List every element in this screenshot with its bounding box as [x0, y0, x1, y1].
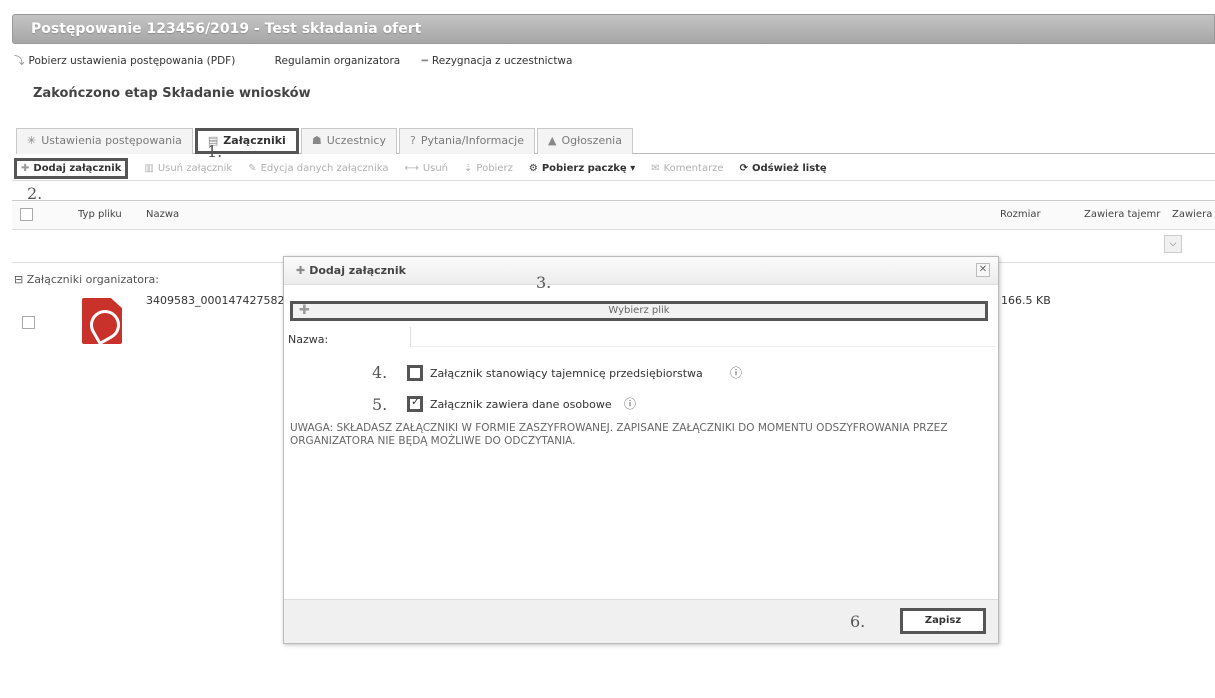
col-size: Rozmiar	[1000, 209, 1041, 220]
step-4-marker: 4.	[372, 363, 388, 382]
edit-attachment-button[interactable]: ✎ Edycja danych załącznika	[248, 163, 388, 174]
remove-button[interactable]: ⟷ Usuń	[404, 163, 448, 174]
trash-icon: ▥	[144, 163, 154, 174]
group-header[interactable]: ⊟ Załączniki organizatora:	[14, 273, 159, 286]
tab-announcements[interactable]: ▲ Ogłoszenia	[536, 128, 633, 154]
name-label: Nazwa:	[288, 333, 329, 346]
encryption-warning: UWAGA: SKŁADASZ ZAŁĄCZNIKI W FORMIE ZASZ…	[290, 422, 948, 447]
tab-bar: ✳ Ustawienia postępowania ▤ Załączniki ☗ Uc…	[16, 128, 1215, 154]
comments-button[interactable]: ✉ Komentarze	[651, 163, 723, 174]
edit-icon: ✎	[248, 163, 257, 174]
pdf-file-icon	[82, 298, 122, 344]
filter-dropdown[interactable]: ⌵	[1164, 235, 1182, 253]
page-title: Postępowanie 123456/2019 - Test składani…	[12, 14, 1215, 44]
file-size: 166.5 KB	[1001, 294, 1051, 307]
question-icon: ?	[409, 134, 416, 147]
package-icon: ⚙	[528, 163, 538, 174]
toolbar: ✚ Dodaj załącznik ▥ Usuń załącznik ✎ Edycja…	[12, 157, 1215, 181]
save-button[interactable]: Zapisz	[900, 608, 986, 634]
select-all-checkbox[interactable]	[20, 208, 33, 221]
row-checkbox[interactable]	[22, 316, 35, 329]
step-6-marker: 6.	[850, 612, 866, 631]
refresh-icon: ⟳	[739, 163, 748, 174]
col-type: Typ pliku	[78, 209, 122, 220]
step-3-marker: 3.	[536, 273, 552, 292]
announcement-icon: ▲	[547, 134, 557, 147]
pdf-icon: ⤵	[14, 55, 25, 67]
grid-header: Typ pliku Nazwa Rozmiar Zawiera tajemr Z…	[12, 200, 1215, 230]
plus-icon: ✚	[296, 264, 306, 277]
download-settings-link[interactable]: ⤵ Pobierz ustawienia postępowania (PDF)	[14, 55, 253, 67]
stage-status: Zakończono etap Składanie wniosków	[33, 86, 311, 101]
dialog-header: ✚ Dodaj załącznik ✕	[284, 257, 998, 285]
trade-secret-label: Załącznik stanowiący tajemnicę przedsięb…	[430, 367, 703, 380]
download-package-button[interactable]: ⚙ Pobierz paczkę ▾	[529, 163, 635, 174]
users-icon: ☗	[311, 134, 322, 147]
col-secret: Zawiera tajemr	[1084, 209, 1161, 220]
comment-icon: ✉	[651, 163, 660, 174]
add-attachment-dialog: ✚ Dodaj załącznik ✕ 3. ✚ Wybierz plik Nazw…	[283, 256, 999, 644]
plus-icon: ✚	[299, 303, 310, 318]
info-icon[interactable]: ⓘ	[730, 364, 742, 381]
personal-data-label: Załącznik zawiera dane osobowe	[430, 398, 612, 411]
delete-attachment-button[interactable]: ▥ Usuń załącznik	[144, 163, 232, 174]
info-icon[interactable]: ⓘ	[624, 395, 636, 412]
personal-data-checkbox[interactable]	[407, 395, 423, 412]
dialog-footer: 6. Zapisz	[284, 599, 998, 643]
dialog-title: ✚ Dodaj załącznik	[296, 264, 406, 277]
remove-icon: ⟷	[404, 163, 419, 174]
col-name: Nazwa	[146, 209, 180, 220]
close-icon[interactable]: ✕	[976, 263, 990, 277]
col-other: Zawiera	[1172, 209, 1213, 220]
minus-icon: ━	[421, 55, 428, 67]
resign-link[interactable]: ━ Rezygnacja z uczestnictwa	[422, 55, 591, 67]
tab-settings[interactable]: ✳ Ustawienia postępowania	[16, 128, 193, 154]
trade-secret-checkbox[interactable]	[407, 365, 423, 381]
file-name: 3409583_000147427582	[146, 294, 285, 307]
download-icon: ⇣	[464, 163, 473, 174]
tab-participants[interactable]: ☗ Uczestnicy	[300, 128, 397, 154]
choose-file-button[interactable]: ✚ Wybierz plik	[290, 301, 988, 321]
refresh-list-button[interactable]: ⟳ Odśwież listę	[740, 163, 827, 174]
plus-icon: ✚	[21, 163, 30, 174]
step-5-marker: 5.	[372, 395, 388, 414]
organizer-rules-link[interactable]: Regulamin organizatora	[275, 55, 401, 67]
tab-questions[interactable]: ? Pytania/Informacje	[398, 128, 535, 154]
name-field[interactable]	[410, 327, 996, 347]
action-links: ⤵ Pobierz ustawienia postępowania (PDF) R…	[14, 52, 608, 70]
settings-icon: ✳	[27, 134, 37, 147]
download-button[interactable]: ⇣ Pobierz	[464, 163, 513, 174]
add-attachment-button[interactable]: ✚ Dodaj załącznik	[14, 158, 129, 179]
